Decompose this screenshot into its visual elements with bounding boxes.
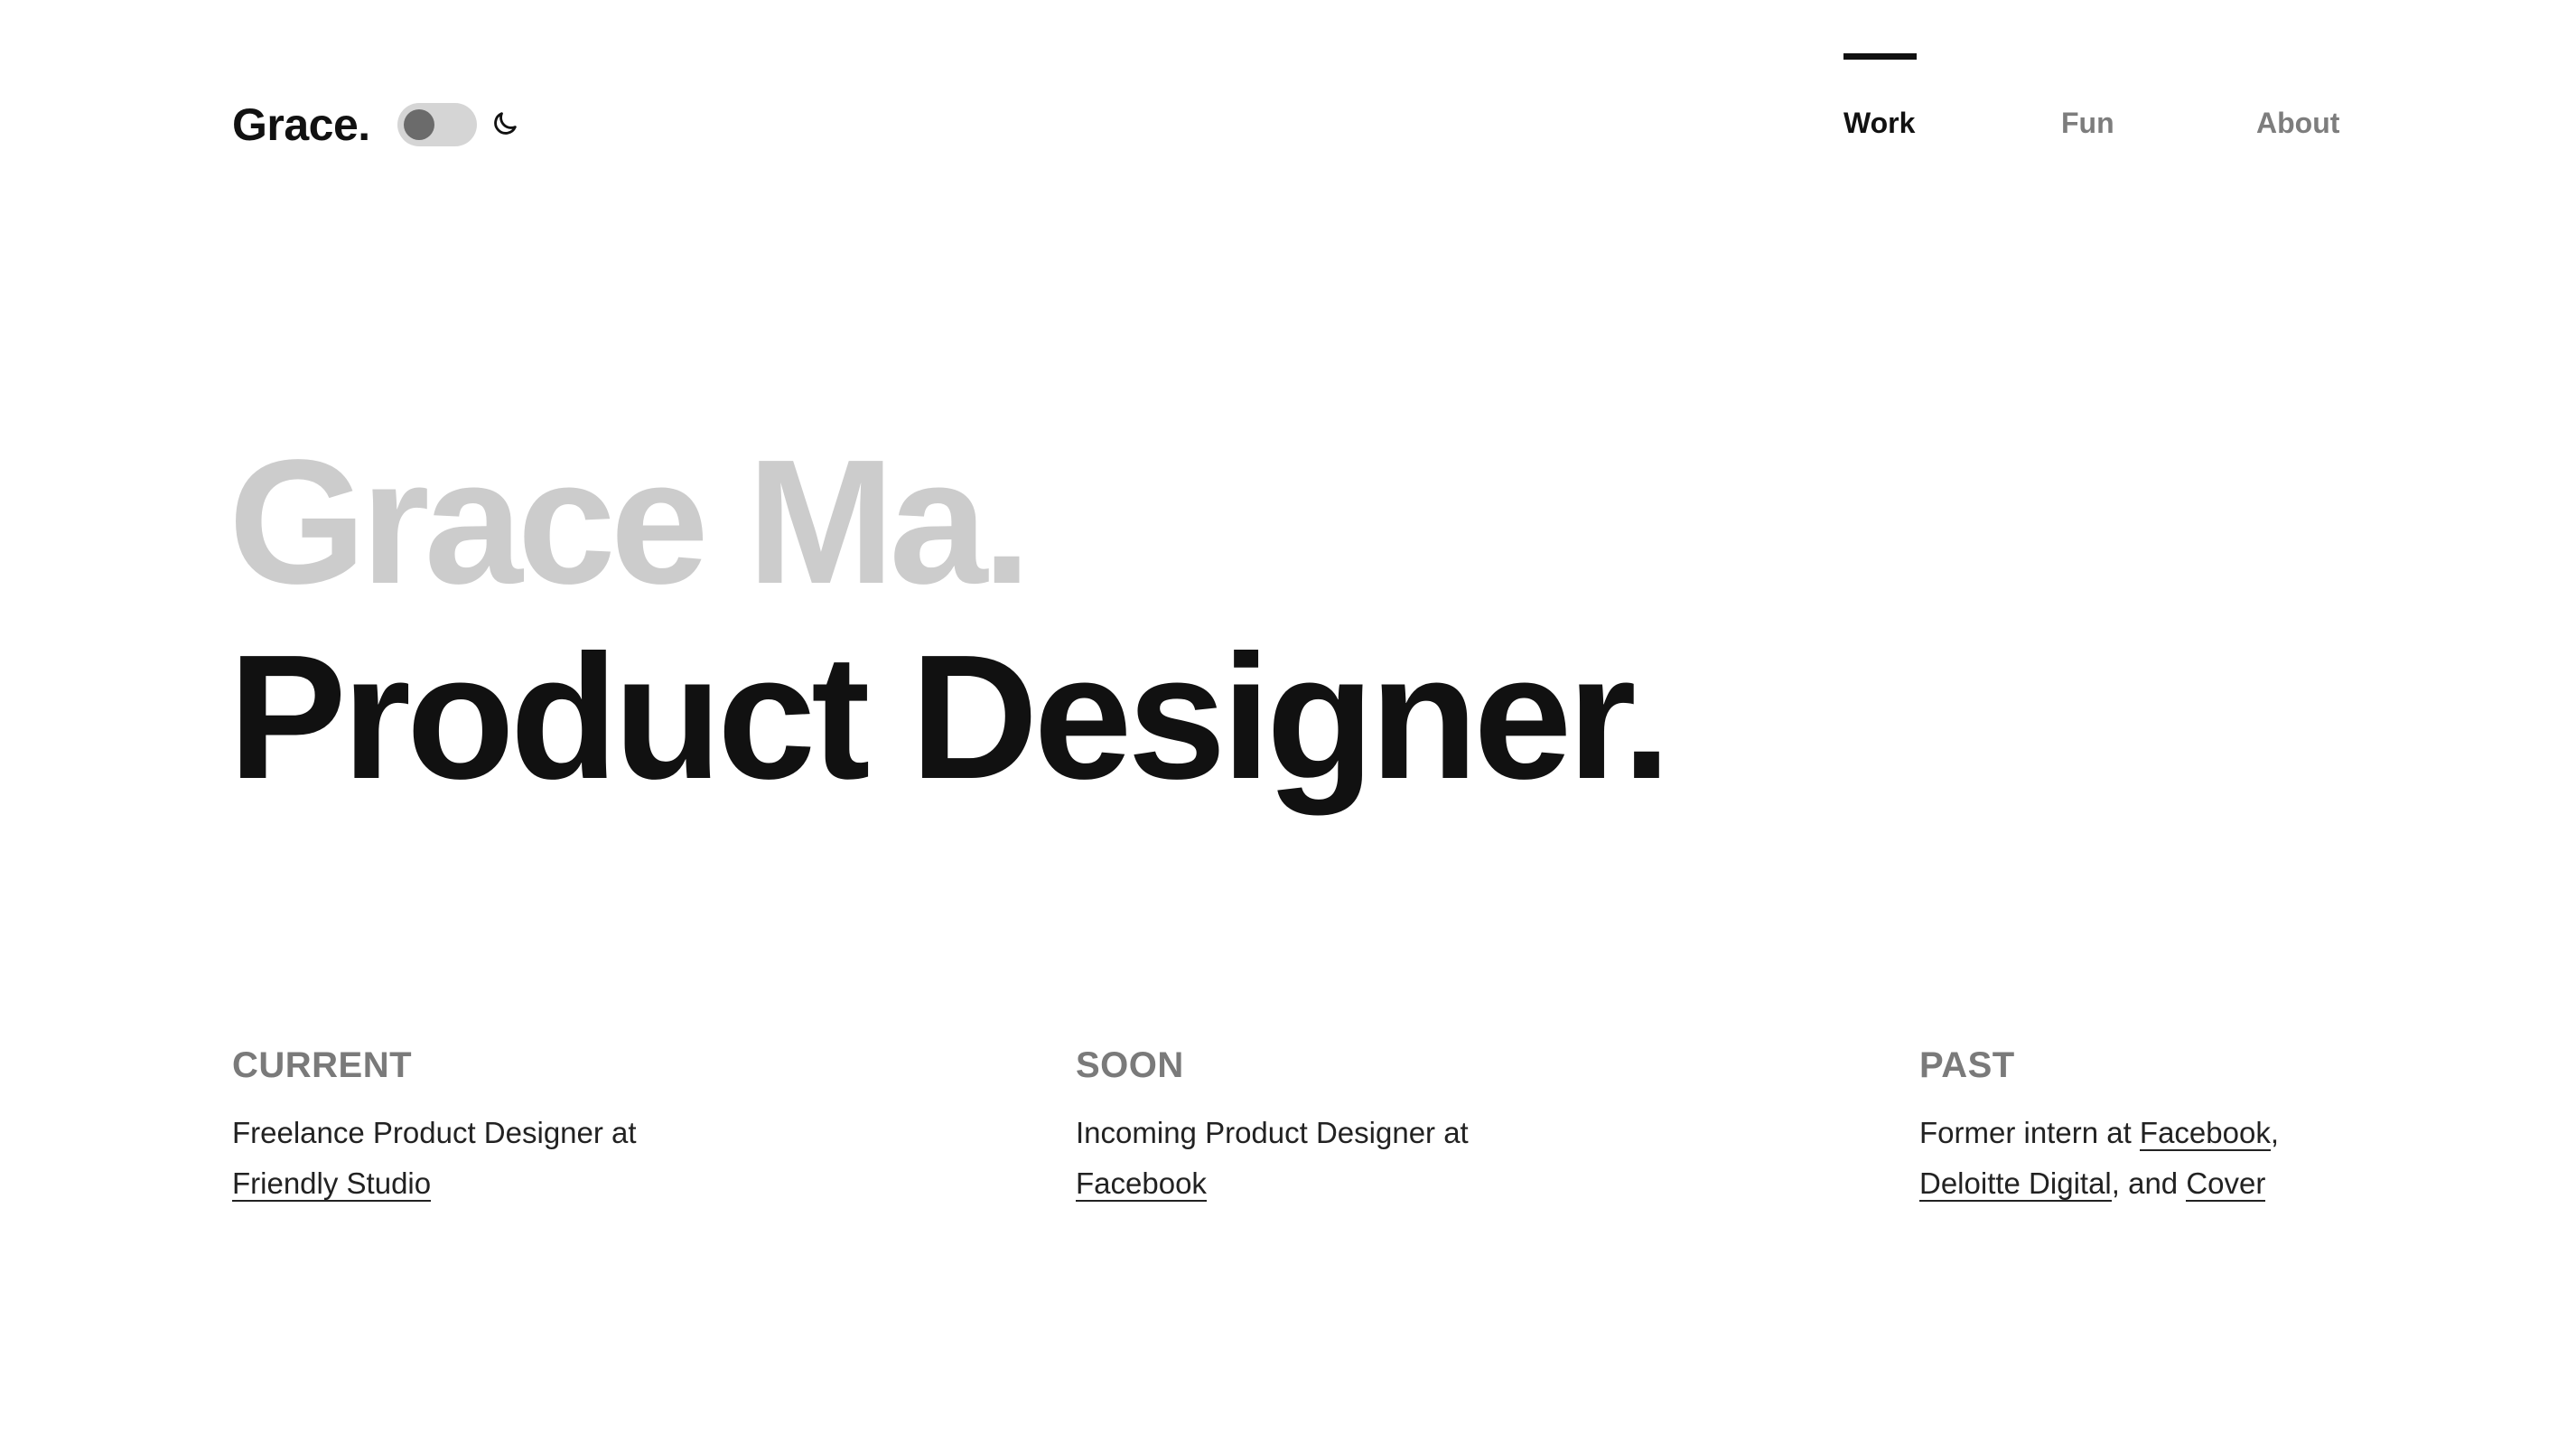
column-text: Freelance Product Designer at Friendly S… [232, 1108, 702, 1209]
separator: , [2270, 1116, 2280, 1149]
column-prefix: Freelance Product Designer at [232, 1116, 637, 1149]
column-label: PAST [1919, 1045, 2015, 1085]
separator: , and [2111, 1166, 2179, 1200]
theme-toggle[interactable] [397, 103, 477, 146]
nav-about[interactable]: About [2256, 101, 2339, 145]
column-label: SOON [1076, 1045, 1184, 1085]
nav-work[interactable]: Work [1843, 101, 1915, 145]
column-past: PAST Former intern at Facebook, Deloitte… [1919, 1039, 2425, 1209]
nav-fun[interactable]: Fun [2061, 101, 2114, 145]
link-cover[interactable]: Cover [2186, 1166, 2266, 1202]
column-current: CURRENT Freelance Product Designer at Fr… [232, 1039, 702, 1209]
nav-active-indicator [1843, 53, 1917, 60]
hero-name: Grace Ma. [229, 423, 1031, 621]
column-prefix: Incoming Product Designer at [1076, 1116, 1469, 1149]
link-facebook[interactable]: Facebook [1076, 1166, 1207, 1202]
link-friendly-studio[interactable]: Friendly Studio [232, 1166, 432, 1202]
hero-role: Product Designer. [229, 618, 1671, 816]
toggle-knob [404, 109, 434, 140]
column-soon: SOON Incoming Product Designer at Facebo… [1076, 1039, 1545, 1209]
link-facebook-past[interactable]: Facebook [2139, 1116, 2271, 1151]
column-text: Former intern at Facebook, Deloitte Digi… [1919, 1108, 2425, 1209]
column-prefix: Former intern at [1919, 1116, 2132, 1149]
moon-icon[interactable] [490, 108, 520, 139]
column-label: CURRENT [232, 1045, 413, 1085]
site-logo[interactable]: Grace. [232, 94, 370, 155]
link-deloitte-digital[interactable]: Deloitte Digital [1919, 1166, 2112, 1202]
column-text: Incoming Product Designer at Facebook [1076, 1108, 1545, 1209]
page: Grace. Work Fun About Grace Ma. Product … [0, 0, 2576, 1433]
